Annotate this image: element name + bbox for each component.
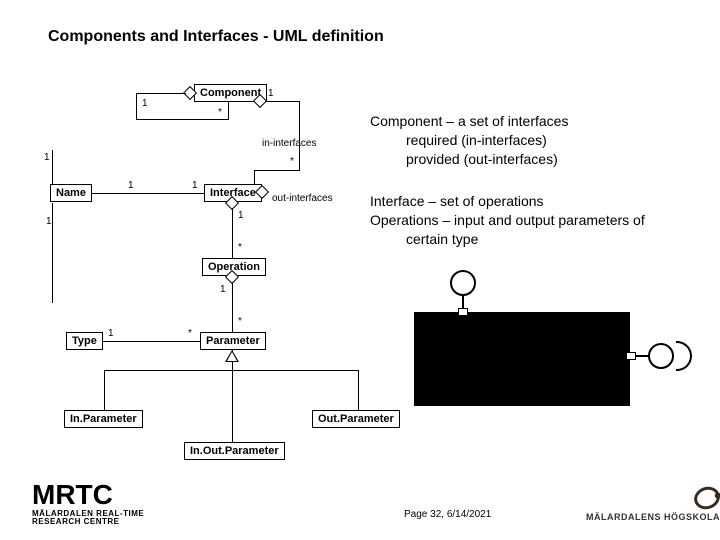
- description-block-2: Interface – set of operations Operations…: [370, 192, 700, 249]
- slide-title: Components and Interfaces - UML definiti…: [48, 28, 384, 46]
- mult-many: *: [238, 316, 242, 327]
- uml-box-out-parameter: Out.Parameter: [312, 410, 400, 428]
- mult-many: *: [238, 242, 242, 253]
- mult-one: 1: [268, 88, 274, 99]
- uml-box-parameter: Parameter: [200, 332, 266, 350]
- uml-box-in-parameter: In.Parameter: [64, 410, 143, 428]
- university-logo-icon: [691, 484, 720, 513]
- university-name: MÄLARDALENS HÖGSKOLA: [586, 512, 720, 522]
- uml-box-type: Type: [66, 332, 103, 350]
- mult-many: *: [290, 156, 294, 167]
- port-icon: [458, 308, 468, 316]
- lollipop-icon: [648, 343, 674, 369]
- footer-logo-left: MRTC MÄLARDALEN REAL-TIME RESEARCH CENTR…: [32, 479, 144, 526]
- mult-one: 1: [128, 180, 134, 191]
- footer-logo-right: MÄLARDALENS HÖGSKOLA: [586, 487, 720, 522]
- mult-one: 1: [46, 216, 52, 227]
- component-body: [414, 312, 630, 406]
- uml-box-inout-parameter: In.Out.Parameter: [184, 442, 285, 460]
- mult-many: *: [188, 328, 192, 339]
- desc-line: certain type: [370, 230, 700, 249]
- mult-one: 1: [108, 328, 114, 339]
- desc-line: required (in-interfaces): [370, 131, 690, 150]
- label-out-interfaces: out-interfaces: [272, 193, 333, 204]
- desc-line: Component – a set of interfaces: [370, 113, 568, 129]
- desc-line: Interface – set of operations: [370, 193, 544, 209]
- desc-line: provided (out-interfaces): [370, 150, 690, 169]
- uml-box-name: Name: [50, 184, 92, 202]
- description-block-1: Component – a set of interfaces required…: [370, 112, 690, 169]
- mrtc-logo-text: MRTC: [32, 479, 144, 511]
- mult-one: 1: [192, 180, 198, 191]
- lollipop-icon: [450, 270, 476, 296]
- mult-many: *: [218, 107, 222, 118]
- port-icon: [626, 352, 636, 360]
- uml-diagram: Component 1 * in-interfaces 1 * Name Int…: [44, 80, 364, 460]
- label-in-interfaces: in-interfaces: [262, 138, 316, 149]
- mult-one: 1: [142, 98, 148, 109]
- desc-line: Operations – input and output parameters…: [370, 212, 645, 228]
- socket-icon: [676, 341, 692, 371]
- mult-one: 1: [44, 152, 50, 163]
- mrtc-subtitle-2: RESEARCH CENTRE: [32, 517, 144, 526]
- mult-one: 1: [238, 210, 244, 221]
- mult-one: 1: [220, 284, 226, 295]
- page-number: Page 32, 6/14/2021: [404, 509, 491, 520]
